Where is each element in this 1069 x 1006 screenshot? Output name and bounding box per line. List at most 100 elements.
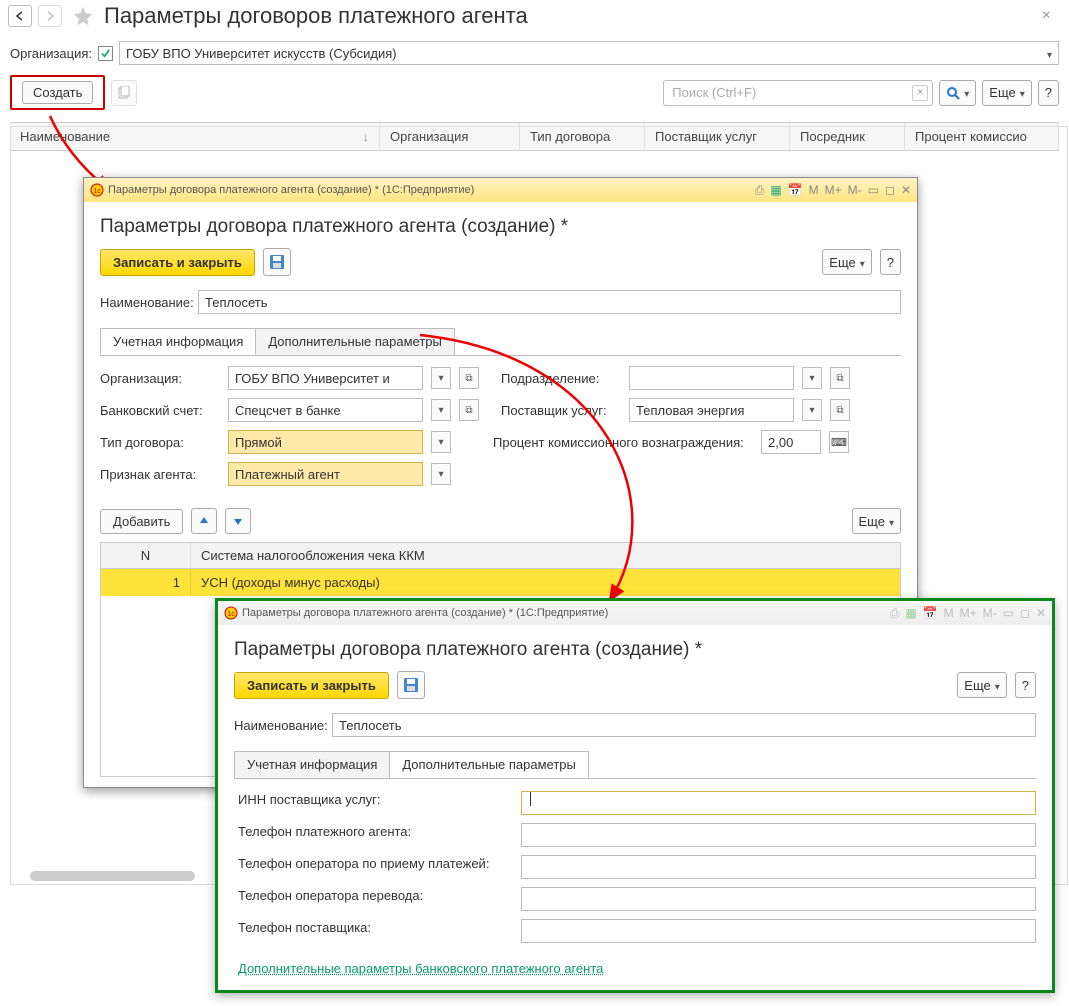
org-label: Организация: <box>100 371 220 386</box>
tab-account-info[interactable]: Учетная информация <box>234 751 390 778</box>
phone-transfer-input[interactable] <box>521 887 1036 911</box>
help-button[interactable]: ? <box>1038 80 1059 106</box>
close-dialog-icon[interactable]: ✕ <box>1036 606 1046 620</box>
bank-input[interactable]: Спецсчет в банке <box>228 398 423 422</box>
column-provider[interactable]: Поставщик услуг <box>645 123 790 150</box>
org-input[interactable]: ГОБУ ВПО Университет и <box>228 366 423 390</box>
agent-dropdown-icon[interactable] <box>431 463 451 485</box>
table-more-button[interactable]: Еще <box>852 508 901 534</box>
horizontal-scrollbar[interactable] <box>30 871 195 881</box>
type-dropdown-icon[interactable] <box>431 431 451 453</box>
column-middleman[interactable]: Посредник <box>790 123 905 150</box>
calendar-icon[interactable]: 📅 <box>923 606 938 620</box>
col-tax-system[interactable]: Система налогообложения чека ККМ <box>191 543 900 568</box>
name-input[interactable]: Теплосеть <box>332 713 1036 737</box>
more-button[interactable]: Еще <box>982 80 1031 106</box>
grid-icon[interactable]: ▦ <box>905 606 916 620</box>
move-up-button[interactable] <box>191 508 217 534</box>
save-icon-button[interactable] <box>397 671 425 699</box>
page-title: Параметры договоров платежного агента <box>104 3 528 29</box>
column-name[interactable]: Наименование↓ <box>10 123 380 150</box>
floppy-icon <box>269 254 285 270</box>
col-n[interactable]: N <box>101 543 191 568</box>
tab-extra-params[interactable]: Дополнительные параметры <box>255 328 455 355</box>
maximize-icon[interactable]: ◻ <box>885 183 895 197</box>
row-tax-value: УСН (доходы минус расходы) <box>191 569 900 596</box>
provider-open-icon[interactable] <box>830 399 850 421</box>
grid-icon[interactable]: ▦ <box>770 183 781 197</box>
search-input[interactable]: Поиск (Ctrl+F) × <box>663 80 933 106</box>
copy-icon-button[interactable] <box>111 80 137 106</box>
favorite-star-icon[interactable] <box>72 5 94 27</box>
bank-open-icon[interactable] <box>459 399 479 421</box>
save-and-close-button[interactable]: Записать и закрыть <box>234 672 389 699</box>
unit-open-icon[interactable] <box>830 367 850 389</box>
search-clear-icon[interactable]: × <box>912 85 928 101</box>
print-icon[interactable]: ⎙ <box>890 606 900 621</box>
phone-operator-input[interactable] <box>521 855 1036 879</box>
chevron-down-icon <box>1020 85 1025 100</box>
m-icon[interactable]: M <box>944 606 954 620</box>
calendar-icon[interactable]: 📅 <box>788 183 803 197</box>
bank-dropdown-icon[interactable] <box>431 399 451 421</box>
phone-provider-label: Телефон поставщика: <box>238 920 513 935</box>
dialog2-more-button[interactable]: Еще <box>957 672 1006 698</box>
inn-input[interactable] <box>521 791 1036 815</box>
print-icon[interactable]: ⎙ <box>755 183 765 198</box>
create-button[interactable]: Создать <box>22 81 93 104</box>
tab-account-info[interactable]: Учетная информация <box>100 328 256 355</box>
dialog1-more-button[interactable]: Еще <box>822 249 871 275</box>
search-icon <box>946 86 960 100</box>
column-type[interactable]: Тип договора <box>520 123 645 150</box>
dialog-extra-params: 1c Параметры договора платежного агента … <box>215 598 1055 993</box>
add-row-button[interactable]: Добавить <box>100 509 183 534</box>
tab-extra-params[interactable]: Дополнительные параметры <box>389 751 589 778</box>
nav-forward-button[interactable] <box>38 5 62 27</box>
dialog1-heading: Параметры договора платежного агента (со… <box>84 202 917 248</box>
phone-agent-input[interactable] <box>521 823 1036 847</box>
unit-dropdown-icon[interactable] <box>802 367 822 389</box>
search-button[interactable] <box>939 80 976 106</box>
m-plus-icon[interactable]: M+ <box>960 606 977 620</box>
minimize-icon[interactable]: ▭ <box>868 183 879 197</box>
provider-dropdown-icon[interactable] <box>802 399 822 421</box>
m-icon[interactable]: M <box>809 183 819 197</box>
maximize-icon[interactable]: ◻ <box>1020 606 1030 620</box>
table-header: Наименование↓ Организация Тип договора П… <box>10 122 1059 151</box>
percent-input[interactable]: 2,00 <box>761 430 821 454</box>
save-and-close-button[interactable]: Записать и закрыть <box>100 249 255 276</box>
column-commission[interactable]: Процент комиссио <box>905 123 1059 150</box>
floppy-icon <box>403 677 419 693</box>
organization-select[interactable]: ГОБУ ВПО Университет искусств (Субсидия) <box>119 41 1059 65</box>
org-checkbox[interactable] <box>98 46 113 61</box>
agent-input[interactable]: Платежный агент <box>228 462 423 486</box>
close-dialog-icon[interactable]: ✕ <box>901 183 911 197</box>
extra-bank-params-link[interactable]: Дополнительные параметры банковского пла… <box>218 955 619 990</box>
organization-label: Организация: <box>10 46 92 61</box>
dialog2-titlebar[interactable]: 1c Параметры договора платежного агента … <box>218 601 1052 625</box>
m-plus-icon[interactable]: M+ <box>825 183 842 197</box>
save-icon-button[interactable] <box>263 248 291 276</box>
table-row[interactable]: 1 УСН (доходы минус расходы) <box>101 569 900 596</box>
phone-provider-input[interactable] <box>521 919 1036 943</box>
dialog1-titlebar[interactable]: 1c Параметры договора платежного агента … <box>84 178 917 202</box>
dialog2-help-button[interactable]: ? <box>1015 672 1036 698</box>
minimize-icon[interactable]: ▭ <box>1003 606 1014 620</box>
unit-input[interactable] <box>629 366 794 390</box>
dialog2-heading: Параметры договора платежного агента (со… <box>218 625 1052 671</box>
dialog1-help-button[interactable]: ? <box>880 249 901 275</box>
unit-label: Подразделение: <box>501 371 621 386</box>
column-org[interactable]: Организация <box>380 123 520 150</box>
m-minus-icon[interactable]: M- <box>848 183 862 197</box>
org-open-icon[interactable] <box>459 367 479 389</box>
org-dropdown-icon[interactable] <box>431 367 451 389</box>
phone-agent-label: Телефон платежного агента: <box>238 824 513 839</box>
provider-input[interactable]: Тепловая энергия <box>629 398 794 422</box>
close-icon[interactable]: × <box>1042 7 1061 25</box>
name-input[interactable]: Теплосеть <box>198 290 901 314</box>
calculator-icon[interactable] <box>829 431 849 453</box>
nav-back-button[interactable] <box>8 5 32 27</box>
move-down-button[interactable] <box>225 508 251 534</box>
type-input[interactable]: Прямой <box>228 430 423 454</box>
m-minus-icon[interactable]: M- <box>983 606 997 620</box>
